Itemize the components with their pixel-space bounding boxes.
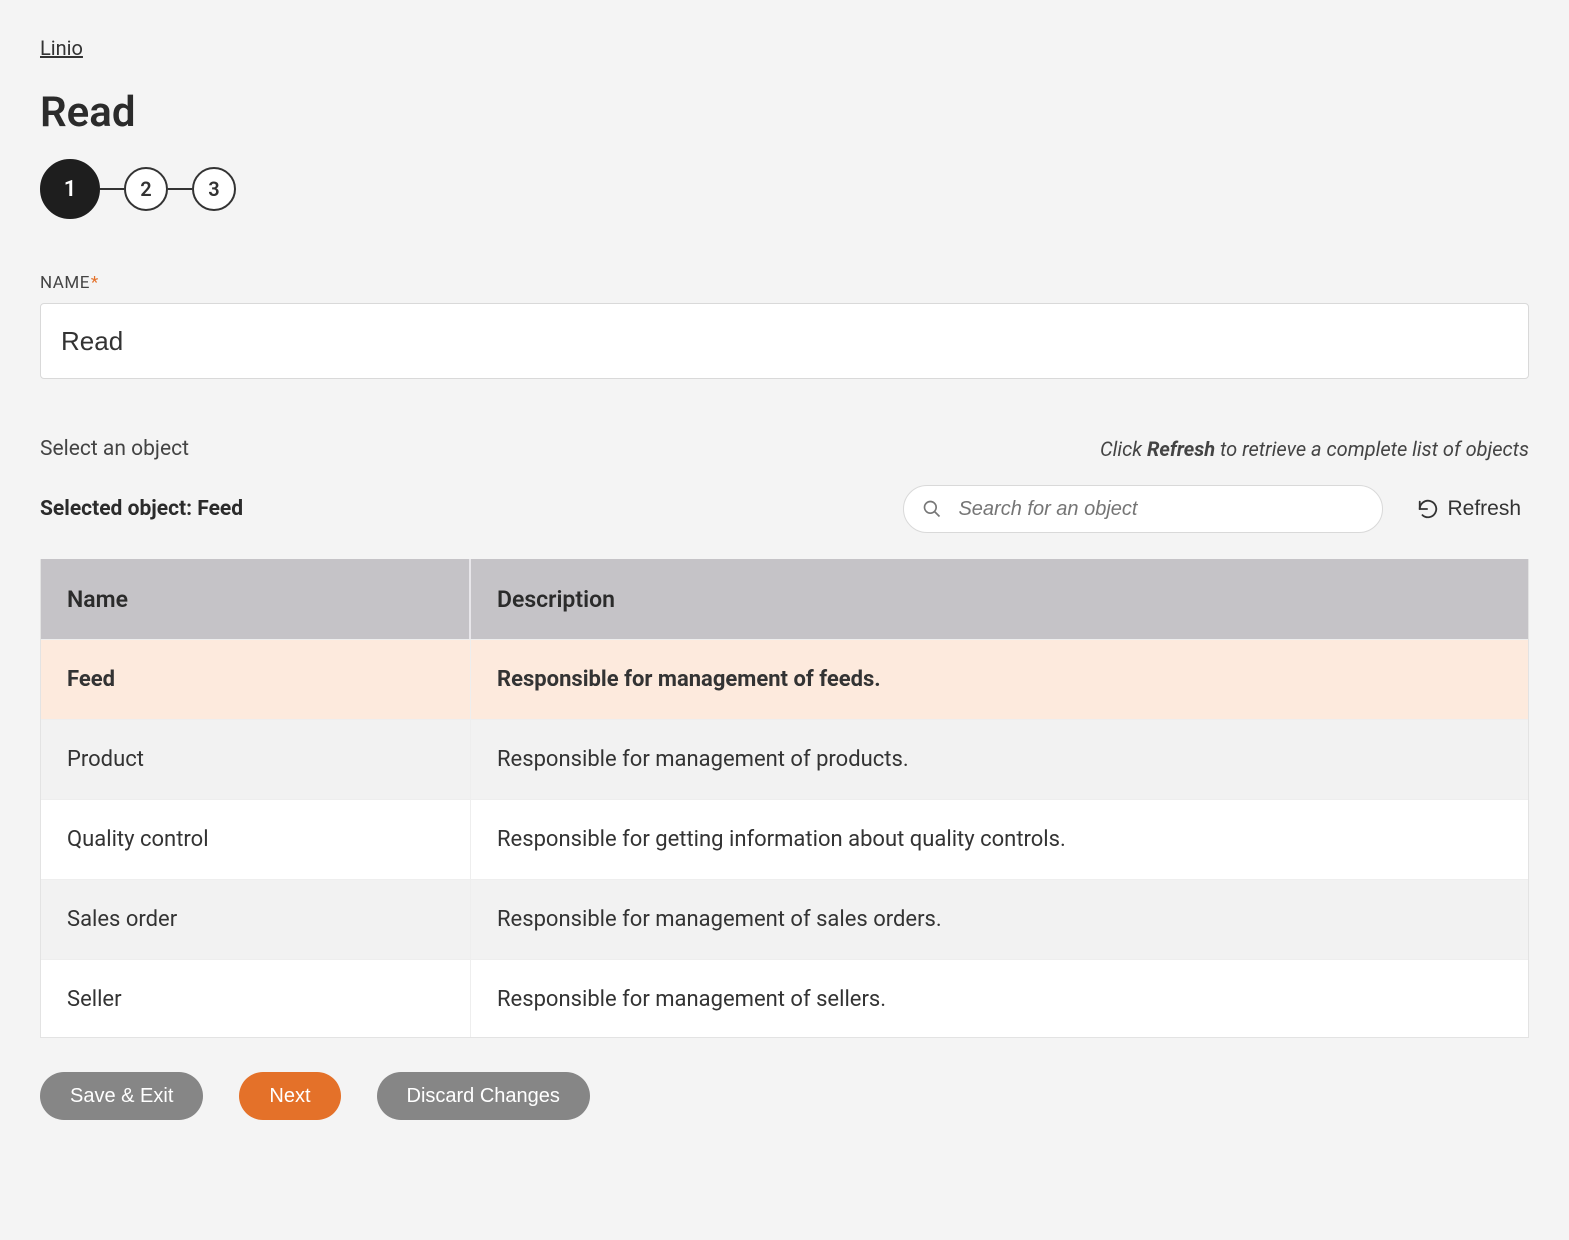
next-button[interactable]: Next bbox=[239, 1072, 340, 1120]
footer-actions: Save & Exit Next Discard Changes bbox=[40, 1072, 1529, 1120]
step-3[interactable]: 3 bbox=[192, 167, 236, 211]
name-field-label: NAME* bbox=[40, 273, 99, 293]
refresh-button[interactable]: Refresh bbox=[1409, 491, 1529, 527]
refresh-icon bbox=[1417, 498, 1439, 520]
cell-description: Responsible for management of sales orde… bbox=[471, 907, 1528, 932]
table-row[interactable]: FeedResponsible for management of feeds. bbox=[41, 639, 1528, 719]
cell-name: Quality control bbox=[41, 800, 471, 879]
required-mark: * bbox=[91, 273, 99, 293]
cell-description: Responsible for getting information abou… bbox=[471, 827, 1528, 852]
column-header-name[interactable]: Name bbox=[41, 559, 471, 639]
save-exit-button[interactable]: Save & Exit bbox=[40, 1072, 203, 1120]
selected-object-label: Selected object: Feed bbox=[40, 497, 243, 521]
stepper: 1 2 3 bbox=[40, 159, 1529, 219]
search-field-wrapper[interactable] bbox=[903, 485, 1383, 533]
cell-description: Responsible for management of feeds. bbox=[471, 667, 1528, 692]
table-row[interactable]: ProductResponsible for management of pro… bbox=[41, 719, 1528, 799]
refresh-hint: Click Refresh to retrieve a complete lis… bbox=[1100, 437, 1529, 461]
name-input[interactable] bbox=[40, 303, 1529, 379]
step-connector bbox=[168, 188, 192, 190]
discard-changes-button[interactable]: Discard Changes bbox=[377, 1072, 590, 1120]
step-connector bbox=[100, 188, 124, 190]
breadcrumb: Linio bbox=[40, 36, 1529, 60]
table-body[interactable]: FeedResponsible for management of feeds.… bbox=[41, 639, 1528, 1037]
cell-name: Feed bbox=[41, 640, 471, 719]
search-icon bbox=[922, 499, 942, 519]
step-1[interactable]: 1 bbox=[40, 159, 100, 219]
table-header: Name Description bbox=[41, 559, 1528, 639]
page-title: Read bbox=[40, 88, 1529, 137]
table-row[interactable]: Quality controlResponsible for getting i… bbox=[41, 799, 1528, 879]
table-row[interactable]: Sales orderResponsible for management of… bbox=[41, 879, 1528, 959]
step-2[interactable]: 2 bbox=[124, 167, 168, 211]
table-row[interactable]: SellerResponsible for management of sell… bbox=[41, 959, 1528, 1037]
object-table: Name Description FeedResponsible for man… bbox=[40, 559, 1529, 1038]
select-object-label: Select an object bbox=[40, 437, 189, 461]
column-header-description[interactable]: Description bbox=[471, 586, 1528, 613]
refresh-button-label: Refresh bbox=[1447, 497, 1521, 521]
cell-description: Responsible for management of sellers. bbox=[471, 987, 1528, 1012]
cell-description: Responsible for management of products. bbox=[471, 747, 1528, 772]
cell-name: Seller bbox=[41, 960, 471, 1037]
search-input[interactable] bbox=[956, 497, 1364, 522]
cell-name: Product bbox=[41, 720, 471, 799]
breadcrumb-link[interactable]: Linio bbox=[40, 36, 83, 60]
cell-name: Sales order bbox=[41, 880, 471, 959]
